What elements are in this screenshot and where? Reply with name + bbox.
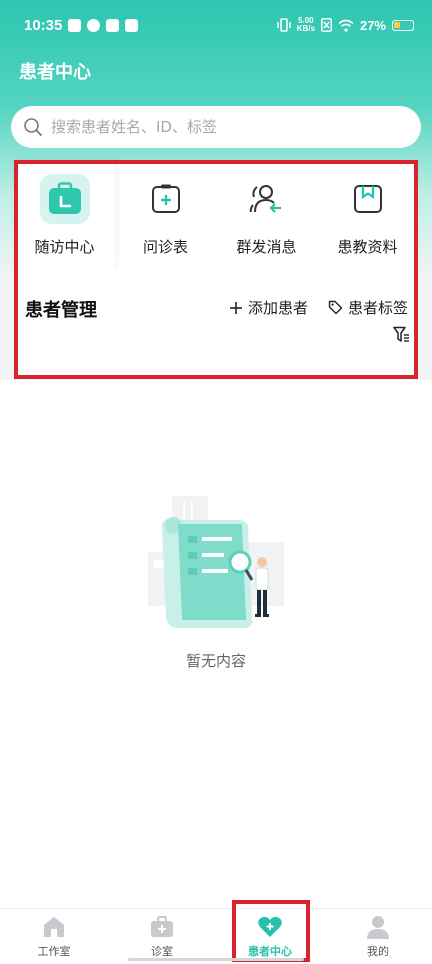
nav-tab-label: 工作室 [37, 945, 71, 958]
add-patient-button[interactable]: 添加患者 [229, 297, 308, 318]
quick-action-label: 随访中心 [34, 238, 95, 256]
filter-icon [393, 326, 409, 342]
network-speed: 5.00 KB/s [297, 17, 315, 33]
quick-action-label: 患教资料 [337, 238, 398, 256]
page-title: 患者中心 [19, 62, 91, 83]
nav-tab-label: 我的 [367, 945, 389, 958]
status-time: 10:35 [24, 16, 63, 34]
quick-action-follow-up[interactable]: 随访中心 [14, 160, 115, 268]
tiktok-icon [106, 18, 120, 32]
bookmark-document-icon [343, 174, 393, 224]
quick-action-group-message[interactable]: 群发消息 [216, 160, 317, 268]
heart-plus-icon [258, 916, 282, 937]
nav-tab-label: 患者中心 [248, 945, 292, 958]
home-indicator [128, 958, 304, 961]
quick-action-label: 问诊表 [142, 238, 188, 256]
quick-action-questionnaire[interactable]: 问诊表 [115, 160, 216, 268]
empty-state-text: 暂无内容 [185, 652, 246, 670]
patient-tags-label: 患者标签 [347, 299, 408, 317]
users-arrow-icon [242, 174, 292, 224]
net-speed-unit: KB/s [296, 24, 315, 33]
nav-tab-clinic[interactable]: 诊室 [108, 909, 216, 964]
calendar-briefcase-icon [39, 174, 90, 224]
home-icon [44, 917, 64, 937]
search-bar[interactable] [11, 106, 421, 148]
filter-button[interactable] [393, 326, 410, 347]
medical-kit-icon [151, 916, 173, 937]
search-input[interactable] [51, 118, 401, 136]
search-icon [24, 118, 42, 136]
nav-tab-studio[interactable]: 工作室 [0, 909, 108, 964]
patient-tags-button[interactable]: 患者标签 [328, 297, 408, 318]
empty-state-illustration [144, 490, 288, 634]
nav-tab-profile[interactable]: 我的 [324, 909, 432, 964]
nav-tab-label: 诊室 [151, 945, 173, 958]
vibrate-icon [276, 18, 291, 32]
tag-icon [328, 300, 343, 315]
notification-icon [68, 18, 82, 32]
notification-icon [125, 18, 139, 32]
sim-off-icon [320, 18, 332, 32]
wifi-icon [338, 19, 354, 32]
notification-icon [87, 18, 101, 32]
quick-actions-panel: 随访中心 问诊表 群发消息 患教资料 [14, 160, 418, 268]
patient-management-section: 患者管理 添加患者 患者标签 [14, 268, 418, 378]
status-bar: 10:35 5.00 KB/s 27% [0, 0, 432, 50]
add-patient-label: 添加患者 [247, 299, 308, 317]
bottom-navigation: 工作室 诊室 患者中心 我的 [0, 908, 432, 964]
section-title: 患者管理 [25, 300, 97, 321]
person-icon [367, 916, 389, 939]
quick-action-label: 群发消息 [236, 238, 297, 256]
clipboard-plus-icon [141, 174, 191, 224]
nav-tab-patient-center[interactable]: 患者中心 [216, 909, 324, 964]
patient-list-area: 暂无内容 [0, 380, 432, 908]
battery-icon [392, 19, 414, 31]
quick-action-education-materials[interactable]: 患教资料 [317, 160, 418, 268]
battery-percent: 27% [359, 17, 386, 33]
plus-icon [229, 301, 242, 314]
